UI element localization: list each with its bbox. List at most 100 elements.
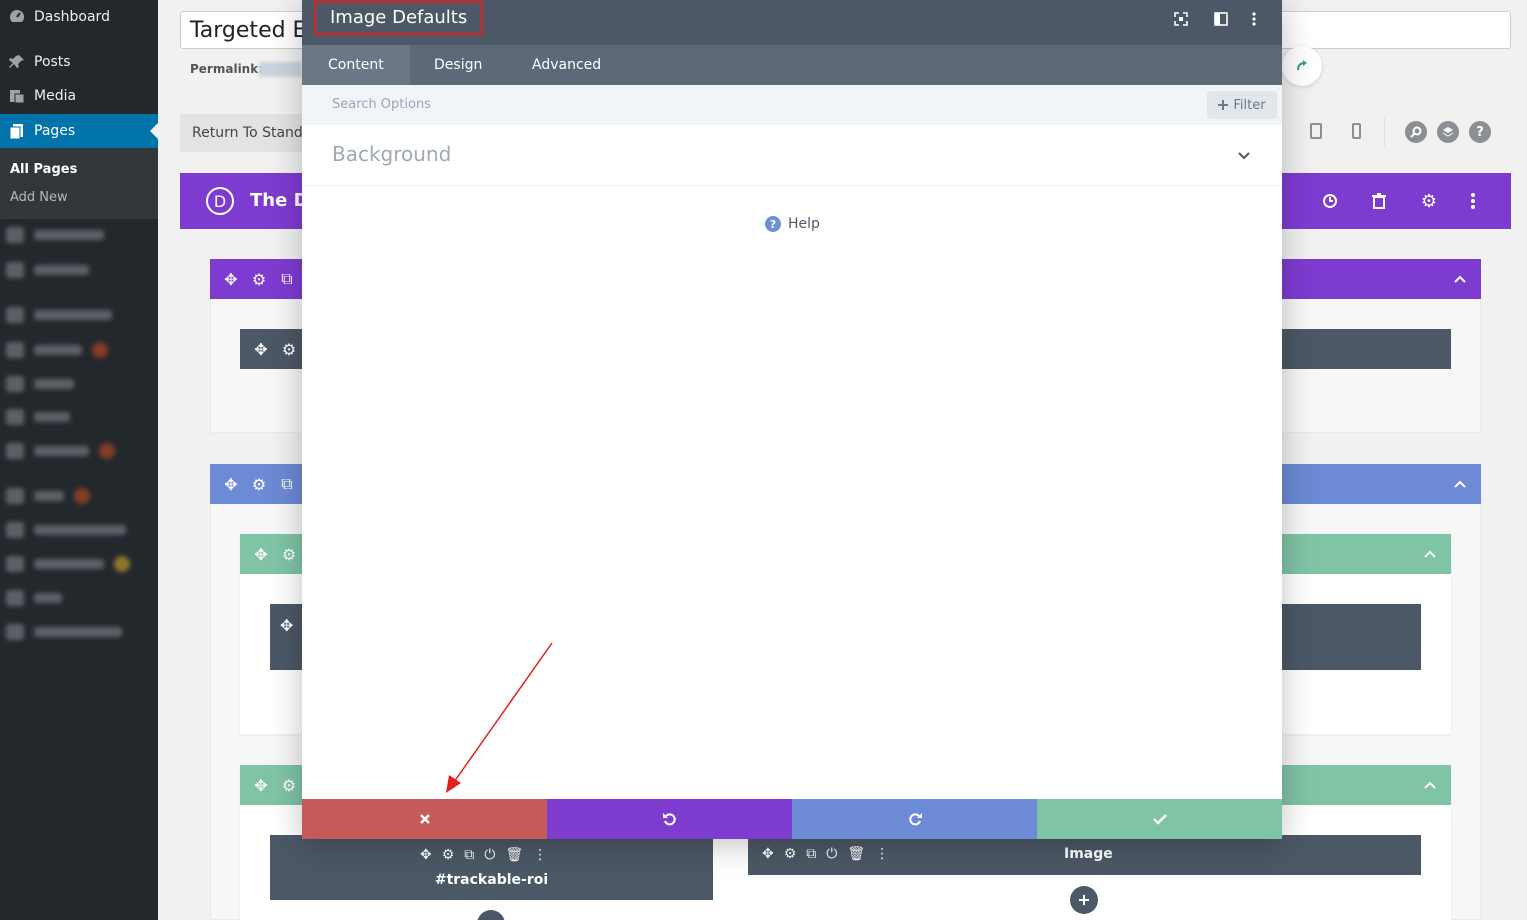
chevron-up-icon[interactable] bbox=[1446, 480, 1474, 488]
module-toolbar: ✥ ⚙ ⧉ ⏻ 🗑 ⋮ bbox=[420, 847, 547, 863]
menu-dashboard-label: Dashboard bbox=[34, 9, 110, 25]
snap-sidebar-icon[interactable] bbox=[1212, 10, 1230, 28]
blurred-menu-item bbox=[6, 227, 104, 243]
more-options-icon[interactable] bbox=[1463, 191, 1483, 211]
history-icon[interactable] bbox=[1320, 191, 1340, 211]
gear-icon[interactable]: ⚙ bbox=[275, 340, 303, 359]
gear-icon[interactable]: ⚙ bbox=[784, 846, 797, 862]
fullscreen-icon[interactable] bbox=[1172, 10, 1190, 28]
filter-button[interactable]: Filter bbox=[1207, 91, 1277, 119]
phone-view-icon[interactable] bbox=[1347, 122, 1365, 140]
permalink-url[interactable] bbox=[259, 62, 302, 77]
menu-dashboard[interactable]: Dashboard bbox=[0, 0, 158, 34]
filter-label: Filter bbox=[1233, 97, 1266, 113]
search-icon[interactable] bbox=[1405, 121, 1427, 143]
blurred-menu-item bbox=[6, 590, 62, 606]
duplicate-icon[interactable]: ⧉ bbox=[273, 269, 301, 289]
move-icon[interactable]: ✥ bbox=[247, 340, 275, 359]
tab-advanced[interactable]: Advanced bbox=[506, 45, 627, 85]
discard-changes-button[interactable] bbox=[302, 799, 547, 839]
search-options-input[interactable]: Search Options bbox=[332, 97, 431, 112]
gear-icon[interactable]: ⚙ bbox=[245, 270, 273, 289]
pages-icon bbox=[0, 122, 34, 140]
help-link[interactable]: ? Help bbox=[765, 216, 820, 232]
menu-media[interactable]: Media bbox=[0, 79, 158, 113]
chevron-up-icon[interactable] bbox=[1416, 550, 1444, 558]
menu-posts[interactable]: Posts bbox=[0, 45, 158, 79]
help-label: Help bbox=[788, 216, 820, 232]
move-icon[interactable]: ✥ bbox=[247, 776, 275, 795]
trash-icon[interactable] bbox=[1369, 191, 1389, 211]
duplicate-icon[interactable]: ⧉ bbox=[464, 847, 474, 863]
trash-icon[interactable]: 🗑 bbox=[505, 847, 523, 863]
blurred-menu-item bbox=[6, 376, 74, 392]
blurred-menu-item bbox=[6, 307, 112, 323]
undo-icon bbox=[662, 813, 676, 826]
more-options-icon[interactable]: ⋮ bbox=[533, 847, 547, 863]
module-label: Image bbox=[1064, 846, 1113, 862]
modal-header: Image Defaults bbox=[302, 0, 1282, 45]
gear-icon[interactable]: ⚙ bbox=[245, 475, 273, 494]
trash-icon[interactable]: 🗑 bbox=[847, 846, 865, 862]
submenu-all-pages[interactable]: All Pages bbox=[10, 162, 77, 177]
move-icon[interactable]: ✥ bbox=[217, 475, 245, 494]
blurred-menu-item bbox=[6, 624, 122, 640]
settings-gear-icon[interactable]: ⚙ bbox=[1419, 191, 1439, 212]
admin-sidebar: Dashboard Posts Media Pages All Pages Ad… bbox=[0, 0, 158, 920]
power-icon[interactable]: ⏻ bbox=[826, 846, 837, 862]
power-icon[interactable]: ⏻ bbox=[484, 847, 495, 863]
move-icon[interactable]: ✥ bbox=[247, 545, 275, 564]
divi-logo: D bbox=[206, 187, 234, 215]
toolbar-divider bbox=[1384, 118, 1385, 146]
plus-icon bbox=[1218, 100, 1229, 110]
sync-button[interactable] bbox=[1282, 46, 1322, 86]
menu-pages[interactable]: Pages bbox=[0, 114, 158, 148]
save-changes-button[interactable] bbox=[1037, 799, 1282, 839]
undo-button[interactable] bbox=[547, 799, 792, 839]
move-icon[interactable]: ✥ bbox=[280, 616, 293, 635]
tablet-view-icon[interactable] bbox=[1307, 122, 1325, 140]
more-options-icon[interactable] bbox=[1245, 10, 1263, 28]
sync-icon bbox=[1297, 60, 1307, 71]
permalink-label: Permalink: bbox=[190, 62, 264, 76]
menu-media-label: Media bbox=[34, 88, 77, 104]
gear-icon[interactable]: ⚙ bbox=[442, 847, 455, 863]
blurred-menu-item bbox=[6, 556, 130, 572]
move-icon[interactable]: ✥ bbox=[420, 847, 432, 863]
module-image[interactable]: ✥ ⚙ ⧉ ⏻ 🗑 ⋮ Image bbox=[748, 835, 1421, 875]
layers-icon[interactable] bbox=[1437, 121, 1459, 143]
duplicate-icon[interactable]: ⧉ bbox=[806, 846, 816, 862]
move-icon[interactable]: ✥ bbox=[762, 846, 774, 862]
pin-icon bbox=[0, 53, 34, 71]
tab-content[interactable]: Content bbox=[302, 45, 410, 85]
blurred-menu-item bbox=[6, 443, 115, 459]
submenu-add-new[interactable]: Add New bbox=[10, 190, 68, 205]
menu-pages-label: Pages bbox=[34, 123, 76, 139]
redo-button[interactable] bbox=[792, 799, 1037, 839]
gear-icon[interactable]: ⚙ bbox=[275, 545, 303, 564]
chevron-down-icon[interactable] bbox=[1238, 152, 1250, 160]
return-to-standard-editor-button[interactable]: Return To Standard Editor bbox=[180, 114, 320, 152]
check-icon bbox=[1152, 814, 1167, 825]
help-icon[interactable]: ? bbox=[1469, 121, 1491, 143]
background-toggle[interactable]: Background bbox=[302, 125, 1282, 186]
blurred-menu-item bbox=[6, 522, 126, 538]
chevron-up-icon[interactable] bbox=[1446, 275, 1474, 283]
more-options-icon[interactable]: ⋮ bbox=[875, 846, 889, 862]
menu-posts-label: Posts bbox=[34, 54, 71, 70]
gear-icon[interactable]: ⚙ bbox=[275, 776, 303, 795]
tab-design[interactable]: Design bbox=[408, 45, 508, 85]
background-toggle-title: Background bbox=[332, 142, 452, 166]
module-trackable-roi[interactable]: ✥ ⚙ ⧉ ⏻ 🗑 ⋮ #trackable-roi bbox=[270, 835, 713, 900]
media-icon bbox=[0, 87, 34, 105]
add-module-button[interactable] bbox=[1070, 886, 1098, 914]
help-question-icon: ? bbox=[765, 216, 781, 232]
chevron-up-icon[interactable] bbox=[1416, 781, 1444, 789]
duplicate-icon[interactable]: ⧉ bbox=[273, 474, 301, 494]
modal-footer bbox=[302, 799, 1282, 839]
blurred-menu-item bbox=[6, 262, 89, 278]
close-icon bbox=[419, 814, 430, 824]
move-icon[interactable]: ✥ bbox=[217, 270, 245, 289]
module-label: #trackable-roi bbox=[434, 872, 549, 888]
blurred-menu-item bbox=[6, 488, 90, 504]
